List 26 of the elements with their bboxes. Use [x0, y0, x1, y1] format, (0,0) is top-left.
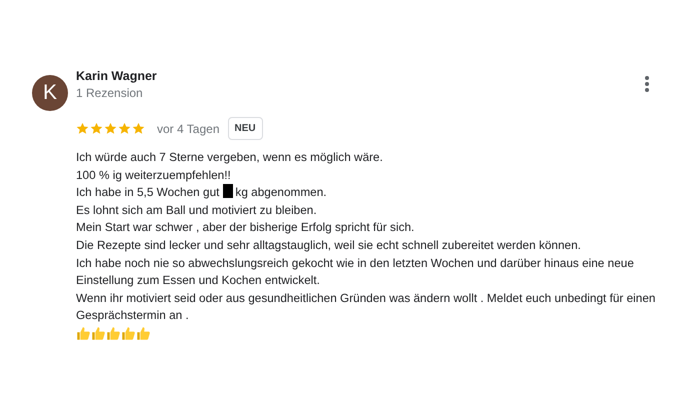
review-count: 1 Rezension	[76, 85, 144, 102]
review-text: Ich habe noch nie so abwechslungsreich gekocht wie in den letzten Wochen und darüber hinaus eine neue Einstellung zum Essen und Kochen entwickelt.	[76, 254, 635, 290]
more-options-icon[interactable]	[644, 75, 650, 93]
review-text: Mein Start war schwer , aber der bisherige Erfolg spricht für sich.	[76, 219, 416, 236]
review-text: 100 % ig weiterzuempfehlen!!	[76, 166, 232, 184]
review-date: vor 4 Tagen	[157, 120, 220, 138]
star-icon	[132, 122, 145, 135]
thumbs-up-icon	[76, 326, 91, 341]
thumbs-up-icon	[121, 326, 136, 341]
star-icon	[104, 122, 117, 135]
review-text: kg abgenommen.	[235, 185, 327, 200]
review-text: Ich würde auch 7 Sterne vergeben, wenn es möglich wäre.	[76, 149, 384, 166]
avatar: K	[32, 75, 68, 111]
review-text: Es lohnt sich am Ball und motiviert zu bleiben.	[76, 202, 318, 219]
new-label: NEU	[228, 117, 263, 140]
star-icon	[76, 122, 89, 135]
star-icon	[118, 122, 131, 135]
review-text: Wenn ihr motiviert seid oder aus gesundheitlichen Gründen was ändern wollt . Meldet euch unbedingt für einen Gesprächstermin an .	[76, 290, 656, 324]
redaction-mark	[223, 184, 234, 198]
thumbs-up-icon	[91, 326, 106, 341]
thumbs-up-icon	[106, 326, 121, 341]
review-text: Ich habe in 5,5 Wochen gut	[76, 185, 220, 200]
star-icon	[90, 122, 103, 135]
thumbs-up-icon	[136, 326, 151, 341]
review-text: Die Rezepte sind lecker und sehr alltagstauglich, weil sie echt schnell zubereitet werden können.	[76, 236, 582, 254]
author-name[interactable]: Karin Wagner	[76, 68, 644, 85]
